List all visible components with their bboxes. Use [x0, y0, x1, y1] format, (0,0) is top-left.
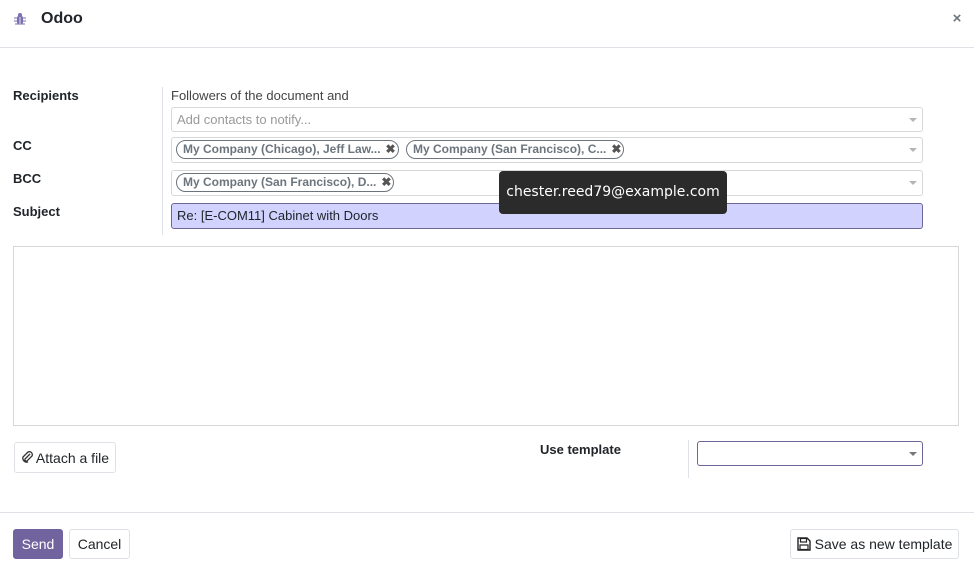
- remove-tag-icon[interactable]: ✖: [609, 141, 623, 158]
- use-template-label: Use template: [540, 442, 621, 457]
- send-button[interactable]: Send: [13, 529, 63, 559]
- remove-tag-icon[interactable]: ✖: [384, 141, 398, 158]
- attach-file-button[interactable]: Attach a file: [14, 442, 116, 473]
- chevron-down-icon[interactable]: [909, 181, 917, 185]
- attach-file-label: Attach a file: [35, 449, 110, 466]
- email-tooltip: chester.reed79@example.com: [499, 171, 727, 214]
- cc-tag-label: My Company (San Francisco), C...: [413, 142, 607, 156]
- chevron-down-icon[interactable]: [909, 452, 917, 456]
- cancel-button[interactable]: Cancel: [69, 529, 130, 559]
- footer-divider: [0, 512, 974, 513]
- chevron-down-icon[interactable]: [909, 148, 917, 152]
- recipients-placeholder: Add contacts to notify...: [177, 112, 312, 127]
- bcc-label: BCC: [13, 171, 42, 186]
- recipients-label: Recipients: [13, 88, 79, 103]
- label-separator: [162, 87, 163, 235]
- cc-tag: My Company (San Francisco), C... ✖: [406, 140, 625, 159]
- dialog-title: Odoo: [41, 10, 83, 27]
- save-as-new-template-button[interactable]: Save as new template: [790, 529, 959, 559]
- message-body-editor[interactable]: [13, 246, 959, 426]
- cc-tag: My Company (Chicago), Jeff Law... ✖: [176, 140, 399, 159]
- bug-icon: [14, 13, 26, 25]
- floppy-disk-icon: [796, 537, 811, 551]
- subject-label: Subject: [13, 204, 60, 219]
- bcc-tag-label: My Company (San Francisco), D...: [183, 175, 377, 189]
- close-icon[interactable]: ×: [950, 10, 964, 28]
- template-select[interactable]: [697, 441, 923, 466]
- cc-label: CC: [13, 138, 32, 153]
- bcc-tag: My Company (San Francisco), D... ✖: [176, 173, 395, 192]
- remove-tag-icon[interactable]: ✖: [379, 174, 393, 191]
- dialog-header: Odoo ×: [0, 0, 974, 48]
- followers-text: Followers of the document and: [171, 88, 349, 103]
- template-separator: [688, 440, 689, 478]
- save-as-new-template-label: Save as new template: [814, 536, 953, 552]
- chevron-down-icon[interactable]: [909, 118, 917, 122]
- cc-tag-label: My Company (Chicago), Jeff Law...: [183, 142, 381, 156]
- recipients-input[interactable]: Add contacts to notify...: [171, 107, 923, 132]
- paperclip-icon: [21, 450, 33, 466]
- cc-input[interactable]: My Company (Chicago), Jeff Law... ✖ My Co…: [171, 137, 923, 163]
